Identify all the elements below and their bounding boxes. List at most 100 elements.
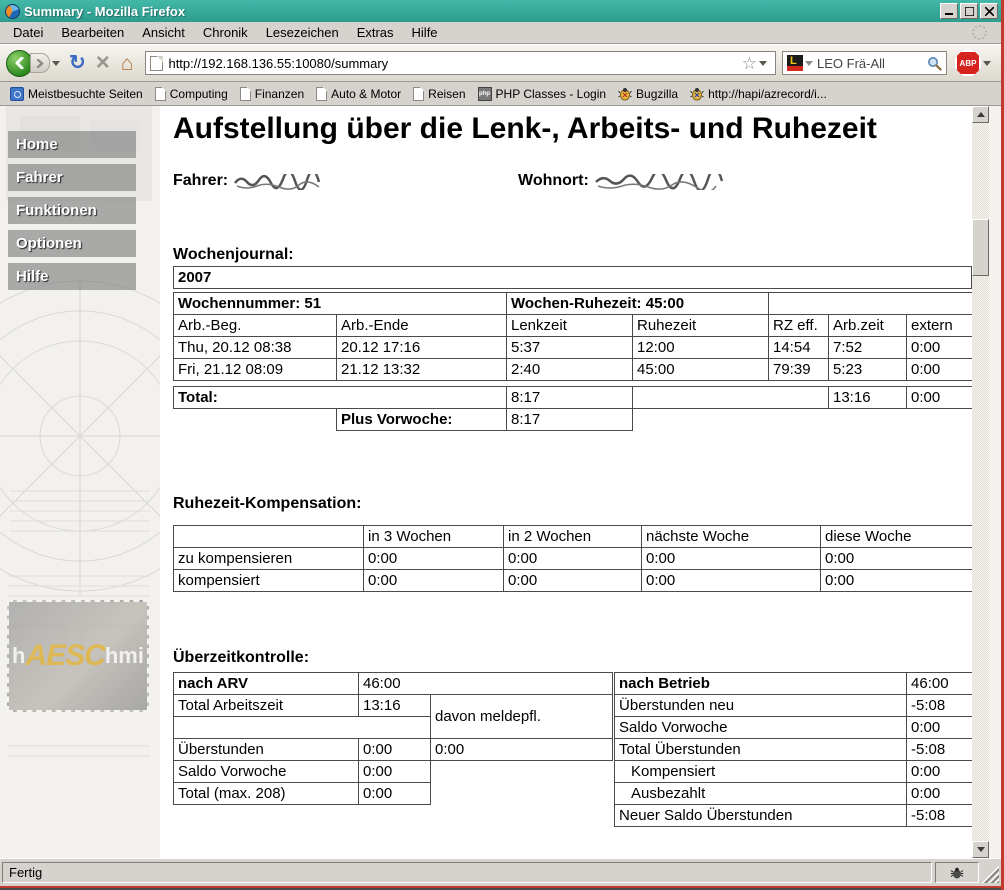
urlbar-dropdown-icon[interactable] <box>759 61 767 66</box>
cell: 0:00 <box>364 570 504 592</box>
cell: 0:00 <box>821 570 973 592</box>
menu-hilfe[interactable]: Hilfe <box>403 23 447 42</box>
throbber-icon <box>972 25 987 40</box>
bookmark-label: Computing <box>170 87 228 101</box>
browser-window: Summary - Mozilla Firefox Datei Bearbeit… <box>0 0 1004 890</box>
history-dropdown-icon[interactable] <box>52 61 60 66</box>
arv-title-cell: nach ARV <box>174 673 359 695</box>
cell: -5:08 <box>907 739 972 761</box>
table-row: Total Überstunden -5:08 <box>615 739 972 761</box>
wochenjournal-table: Wochennummer: 51 Wochen-Ruhezeit: 45:00 … <box>173 292 972 381</box>
week-rest-cell: Wochen-Ruhezeit: 45:00 <box>507 293 769 315</box>
ueberzeit-tables: nach ARV 46:00 Total Arbeitszeit 13:16 d… <box>173 672 972 827</box>
row-label: kompensiert <box>174 570 364 592</box>
vorwoche-row: Plus Vorwoche: 8:17 <box>174 409 973 431</box>
wohnort-label: Wohnort: <box>518 172 589 190</box>
cell: -5:08 <box>907 695 972 717</box>
cell: 0:00 <box>359 739 431 761</box>
close-button[interactable] <box>980 3 998 19</box>
bookmark-label: http://hapi/azrecord/i... <box>708 87 827 101</box>
bugzilla-icon <box>618 87 632 101</box>
bookmark-star-icon[interactable]: ☆ <box>742 55 757 72</box>
davon-value-cell: 0:00 <box>431 739 613 761</box>
col-header: RZ eff. <box>769 315 829 337</box>
total-label-cell: Total: <box>174 387 507 409</box>
bookmark-bugzilla[interactable]: Bugzilla <box>612 85 684 103</box>
adblock-dropdown-icon[interactable] <box>983 61 991 66</box>
resize-grip[interactable] <box>982 862 999 883</box>
bookmark-reisen[interactable]: Reisen <box>407 85 471 103</box>
empty-cell <box>174 409 337 431</box>
status-addon-panel[interactable] <box>935 862 979 883</box>
table-row: kompensiert 0:00 0:00 0:00 0:00 <box>174 570 973 592</box>
cell: 7:52 <box>829 337 907 359</box>
logo-text: hmi <box>105 643 144 669</box>
row-label: Saldo Vorwoche <box>174 761 359 783</box>
bugzilla-icon <box>690 87 704 101</box>
menu-extras[interactable]: Extras <box>348 23 403 42</box>
menu-lesezeichen[interactable]: Lesezeichen <box>257 23 348 42</box>
table-row: Ausbezahlt 0:00 <box>615 783 972 805</box>
scrollbar-thumb[interactable] <box>972 219 989 276</box>
adblock-plus-icon[interactable]: ABP <box>955 50 981 76</box>
col-header: extern <box>907 315 973 337</box>
menu-datei[interactable]: Datei <box>4 23 52 42</box>
reload-icon[interactable]: ↻ <box>69 53 86 73</box>
table-row: Neuer Saldo Überstunden -5:08 <box>615 805 972 827</box>
sidebar-item-home[interactable]: Home <box>8 131 136 158</box>
maximize-button[interactable] <box>960 3 978 19</box>
scroll-down-button[interactable] <box>972 841 989 858</box>
search-input[interactable] <box>817 56 927 71</box>
scroll-up-button[interactable] <box>972 106 989 123</box>
sidebar-item-hilfe[interactable]: Hilfe <box>8 263 136 290</box>
search-engine-dropdown-icon[interactable] <box>805 61 813 66</box>
bookmark-label: Auto & Motor <box>331 87 401 101</box>
menu-ansicht[interactable]: Ansicht <box>133 23 194 42</box>
sidebar-nav: Home Fahrer Funktionen Optionen Hilfe <box>0 131 160 290</box>
row-label: zu kompensieren <box>174 548 364 570</box>
redacted-fahrer-name <box>233 174 325 190</box>
page-title: Aufstellung über die Lenk-, Arbeits- und… <box>173 112 972 146</box>
bug-status-icon[interactable] <box>950 866 964 880</box>
forward-button[interactable] <box>30 53 50 73</box>
search-magnifier-icon[interactable] <box>927 56 942 71</box>
sidebar-item-optionen[interactable]: Optionen <box>8 230 136 257</box>
back-button[interactable] <box>6 50 33 77</box>
bookmark-label: Finanzen <box>255 87 304 101</box>
row-label: Überstunden neu <box>615 695 907 717</box>
sidebar-item-label: Home <box>16 136 58 153</box>
menu-chronik[interactable]: Chronik <box>194 23 257 42</box>
bookmark-hapi-azrecord[interactable]: http://hapi/azrecord/i... <box>684 85 833 103</box>
col-header: in 2 Wochen <box>504 526 642 548</box>
leo-search-engine-icon[interactable] <box>787 55 803 71</box>
sidebar-item-label: Funktionen <box>16 202 97 219</box>
home-icon[interactable]: ⌂ <box>121 53 134 74</box>
sidebar-item-funktionen[interactable]: Funktionen <box>8 197 136 224</box>
minimize-button[interactable] <box>940 3 958 19</box>
haeschmi-logo: hAESChmi <box>7 600 149 712</box>
bookmark-label: PHP Classes - Login <box>496 87 607 101</box>
empty-cell <box>174 717 431 739</box>
total-lenkzeit-cell: 8:17 <box>507 387 633 409</box>
bookmark-php-classes[interactable]: php PHP Classes - Login <box>472 85 613 103</box>
logo-text: AESC <box>25 639 104 673</box>
bookmark-label: Reisen <box>428 87 465 101</box>
vertical-scrollbar[interactable] <box>972 106 989 858</box>
table-row: Thu, 20.12 08:38 20.12 17:16 5:37 12:00 … <box>174 337 973 359</box>
ueberzeit-heading: Überzeitkontrolle: <box>173 649 972 667</box>
stop-icon[interactable]: × <box>96 51 110 75</box>
total-row: Total: 8:17 13:16 0:00 <box>174 387 973 409</box>
bookmark-finanzen[interactable]: Finanzen <box>234 85 310 103</box>
kompensation-table: in 3 Wochen in 2 Wochen nächste Woche di… <box>173 525 972 592</box>
location-bar[interactable]: ☆ <box>145 51 776 75</box>
bookmark-computing[interactable]: Computing <box>149 85 234 103</box>
menu-bearbeiten[interactable]: Bearbeiten <box>52 23 133 42</box>
sidebar-item-fahrer[interactable]: Fahrer <box>8 164 136 191</box>
bookmark-auto-motor[interactable]: Auto & Motor <box>310 85 407 103</box>
year-table: 2007 <box>173 266 972 289</box>
url-input[interactable] <box>168 56 741 71</box>
table-row: Überstunden 0:00 0:00 <box>174 739 613 761</box>
scrollbar-track[interactable] <box>972 123 989 841</box>
search-bar[interactable] <box>782 51 947 75</box>
bookmark-meistbesuchte[interactable]: Meistbesuchte Seiten <box>4 85 149 103</box>
